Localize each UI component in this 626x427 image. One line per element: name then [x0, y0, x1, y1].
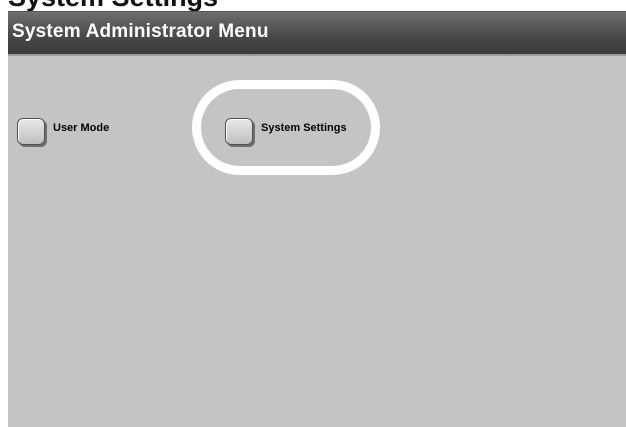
user-mode-label: User Mode	[53, 122, 110, 134]
user-mode-button-square[interactable]	[17, 118, 45, 145]
system-settings-button-square[interactable]	[225, 118, 253, 145]
system-settings-button[interactable]: System Settings	[225, 118, 347, 145]
touch-screen-panel: System Administrator Menu User Mode Syst…	[8, 11, 626, 427]
user-mode-button[interactable]: User Mode	[17, 118, 109, 145]
page-title: System Administrator Menu	[12, 21, 269, 42]
cropped-heading: System Settings	[8, 0, 218, 11]
system-settings-label: System Settings	[261, 122, 347, 134]
title-bar: System Administrator Menu	[8, 12, 626, 56]
page: System Settings System Administrator Men…	[0, 0, 626, 427]
